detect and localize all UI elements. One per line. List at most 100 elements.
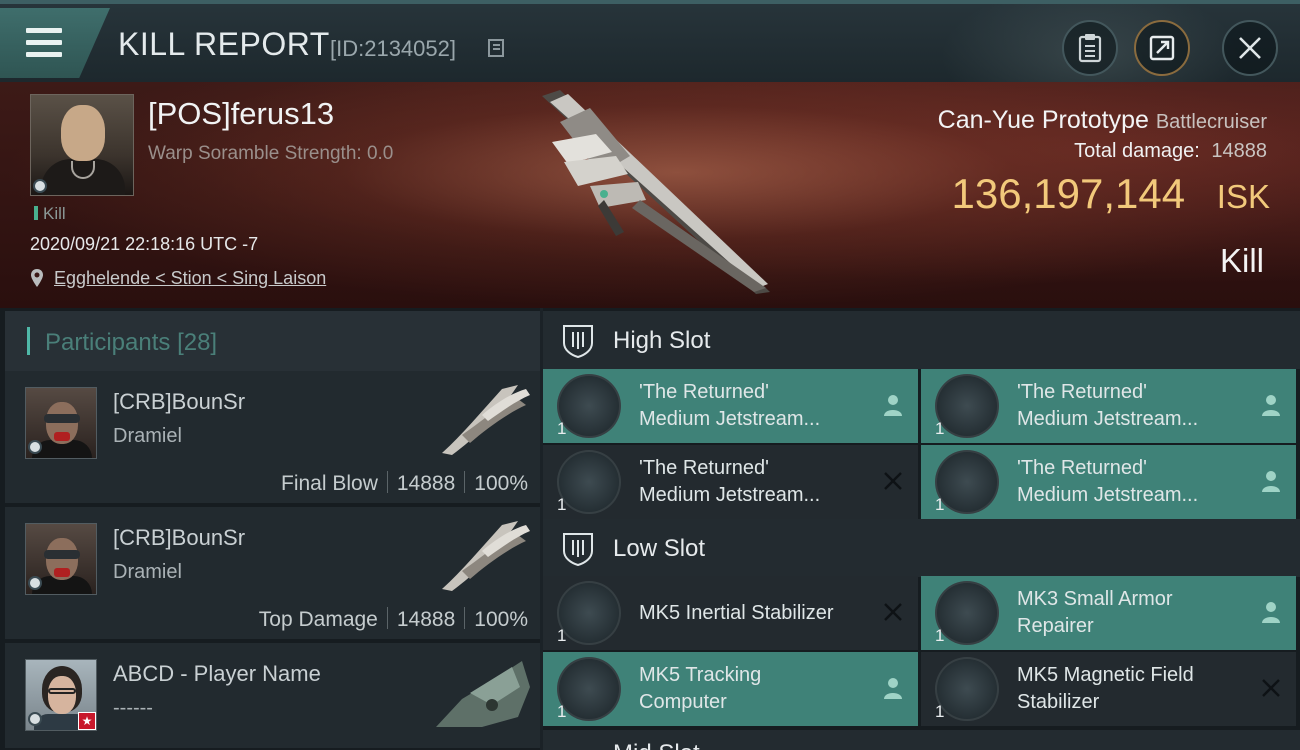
participant-ship: Dramiel: [113, 425, 182, 447]
magnetic-field-stabilizer-icon: [935, 657, 999, 721]
module-name-line1: MK5 Magnetic Field: [1017, 664, 1194, 686]
module-qty: 1: [935, 626, 945, 645]
participant-ship-icon: [442, 521, 530, 591]
mid-slot-header: Mid Slot: [543, 730, 1300, 750]
dropped-person-icon: [1262, 471, 1280, 492]
corp-badge-icon: [28, 440, 42, 454]
ship-name: Can-Yue Prototype: [937, 106, 1149, 134]
module-item[interactable]: 1 'The Returned' Medium Jetstream...: [921, 369, 1296, 443]
participant-stats: Top Damage 14888 100%: [259, 607, 528, 632]
module-item[interactable]: 1 'The Returned' Medium Jetstream...: [543, 445, 918, 519]
isk-currency: ISK: [1216, 178, 1270, 215]
participant-role: Top Damage: [258, 608, 378, 631]
destroyed-x-icon: [884, 603, 902, 621]
clipboard-icon: [1078, 34, 1102, 63]
page-title: KILL REPORT: [118, 26, 330, 62]
star-icon: ★: [78, 712, 96, 730]
high-slot-header: High Slot: [543, 311, 1300, 369]
participant-avatar[interactable]: [25, 387, 97, 459]
participant-row[interactable]: [CRB]BounSr Dramiel Final Blow 14888 100%: [5, 371, 540, 505]
kill-location-link[interactable]: Egghelende < Stion < Sing Laison: [54, 268, 326, 289]
module-name-line1: 'The Returned': [1017, 381, 1147, 403]
module-name-line2: Stabilizer: [1017, 691, 1100, 713]
module-item[interactable]: 1 'The Returned' Medium Jetstream...: [543, 369, 918, 443]
participant-avatar[interactable]: [25, 523, 97, 595]
victim-portrait[interactable]: [30, 94, 134, 196]
participants-panel: Participants [28] [CRB]BounSr Dramiel Fi…: [0, 308, 540, 750]
corp-badge-icon: [28, 576, 42, 590]
tracking-computer-icon: [557, 657, 621, 721]
low-slot-header: Low Slot: [543, 519, 1300, 577]
share-button[interactable]: [1134, 20, 1190, 76]
menu-icon: [26, 28, 62, 58]
kill-datetime: 2020/09/21 22:18:16 UTC -7: [30, 234, 259, 254]
participant-name: [CRB]BounSr: [113, 389, 246, 414]
module-name-line2: Medium Jetstream...: [1017, 484, 1199, 506]
module-qty: 1: [557, 626, 567, 645]
module-qty: 1: [935, 495, 945, 514]
participant-damage: 14888: [396, 608, 456, 631]
participant-stats: Final Blow 14888 100%: [281, 471, 528, 496]
module-name-line2: Medium Jetstream...: [639, 484, 821, 506]
destroyed-x-icon: [884, 472, 902, 490]
module-item[interactable]: 1 MK5 Magnetic Field Stabilizer: [921, 652, 1296, 726]
title-bar: KILL REPORT [ID:2134052]: [0, 0, 1300, 82]
participant-ship-icon: [436, 661, 530, 727]
participants-header: Participants [28]: [5, 311, 540, 371]
module-item[interactable]: 1 MK3 Small Armor Repairer: [921, 576, 1296, 650]
module-name-line1: MK3 Small Armor: [1017, 588, 1173, 610]
isk-amount: 136,197,144: [951, 170, 1186, 217]
jetstream-module-icon: [935, 450, 999, 514]
share-icon: [1149, 35, 1175, 61]
victim-panel: [POS]ferus13 Warp Soramble Strength: 0.0…: [0, 82, 1300, 308]
participant-role: Final Blow: [281, 472, 378, 495]
module-qty: 1: [557, 702, 567, 721]
alliance-badge-icon: [33, 179, 47, 193]
dropped-person-icon: [1262, 602, 1280, 623]
participant-name: ABCD - Player Name: [113, 661, 321, 686]
dropped-person-icon: [1262, 395, 1280, 416]
report-button[interactable]: [1062, 20, 1118, 76]
high-slot-icon: [563, 325, 593, 359]
module-name-line2: Repairer: [1017, 615, 1094, 637]
module-name-line1: 'The Returned': [639, 457, 769, 479]
module-item[interactable]: 1 MK5 Inertial Stabilizer: [543, 576, 918, 650]
close-icon: [1239, 37, 1261, 59]
jetstream-module-icon: [935, 374, 999, 438]
low-slot-label: Low Slot: [613, 535, 706, 562]
participant-row[interactable]: ★ ABCD - Player Name ------: [5, 643, 540, 750]
module-name-line1: MK5 Inertial Stabilizer: [639, 602, 834, 624]
location-pin-icon: [31, 269, 43, 287]
participant-damage: 14888: [396, 472, 456, 495]
victim-name[interactable]: [POS]ferus13: [148, 96, 334, 132]
low-slot-icon: [563, 533, 593, 567]
module-name-line2: Computer: [639, 691, 727, 713]
isk-value: 136,197,144 ISK: [952, 170, 1270, 218]
participant-row[interactable]: [CRB]BounSr Dramiel Top Damage 14888 100%: [5, 507, 540, 641]
kill-outcome: Kill: [1219, 242, 1264, 279]
module-qty: 1: [935, 702, 945, 721]
module-name-line1: 'The Returned': [639, 381, 769, 403]
fitting-panel: High Slot 1 'The Returned' Medium Jetstre…: [543, 308, 1300, 750]
destroyed-x-icon: [1262, 679, 1280, 697]
inertial-stabilizer-icon: [557, 581, 621, 645]
total-damage-value: 14888: [1211, 140, 1267, 162]
module-item[interactable]: 1 'The Returned' Medium Jetstream...: [921, 445, 1296, 519]
module-name-line2: Medium Jetstream...: [639, 408, 821, 430]
jetstream-module-icon: [557, 450, 621, 514]
module-item[interactable]: 1 MK5 Tracking Computer: [543, 652, 918, 726]
kill-id: [ID:2134052]: [330, 36, 456, 61]
module-qty: 1: [557, 495, 567, 514]
ship-class: Battlecruiser: [1155, 111, 1267, 133]
high-slot-label: High Slot: [613, 327, 711, 354]
participant-name: [CRB]BounSr: [113, 525, 246, 550]
copy-icon[interactable]: [488, 39, 504, 57]
participants-count: [28]: [177, 329, 218, 356]
participant-ship-icon: [442, 385, 530, 455]
menu-button[interactable]: [0, 8, 110, 78]
close-button[interactable]: [1222, 20, 1278, 76]
module-qty: 1: [935, 419, 945, 438]
participant-ship: ------: [113, 697, 153, 719]
armor-repairer-icon: [935, 581, 999, 645]
participant-avatar[interactable]: ★: [25, 659, 97, 731]
